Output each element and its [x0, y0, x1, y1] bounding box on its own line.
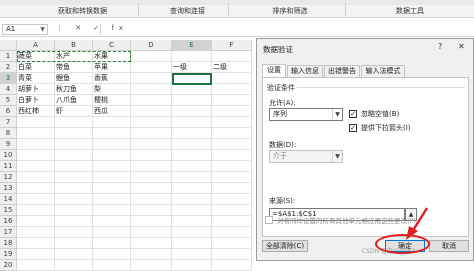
cell-e20[interactable] [172, 260, 212, 271]
cell-a20[interactable] [17, 260, 55, 271]
cell-d20[interactable] [131, 260, 172, 271]
row-header-20[interactable]: 20 [0, 260, 17, 271]
watermark: CSDN @办公小达人 [362, 248, 418, 255]
cell-b20[interactable] [55, 260, 93, 271]
annotation-arrow-head [406, 226, 418, 240]
annotation-arrow-line [410, 207, 429, 233]
cell-c20[interactable] [93, 260, 131, 271]
annotation-arrow [406, 207, 429, 240]
cell-f20[interactable] [212, 260, 252, 271]
